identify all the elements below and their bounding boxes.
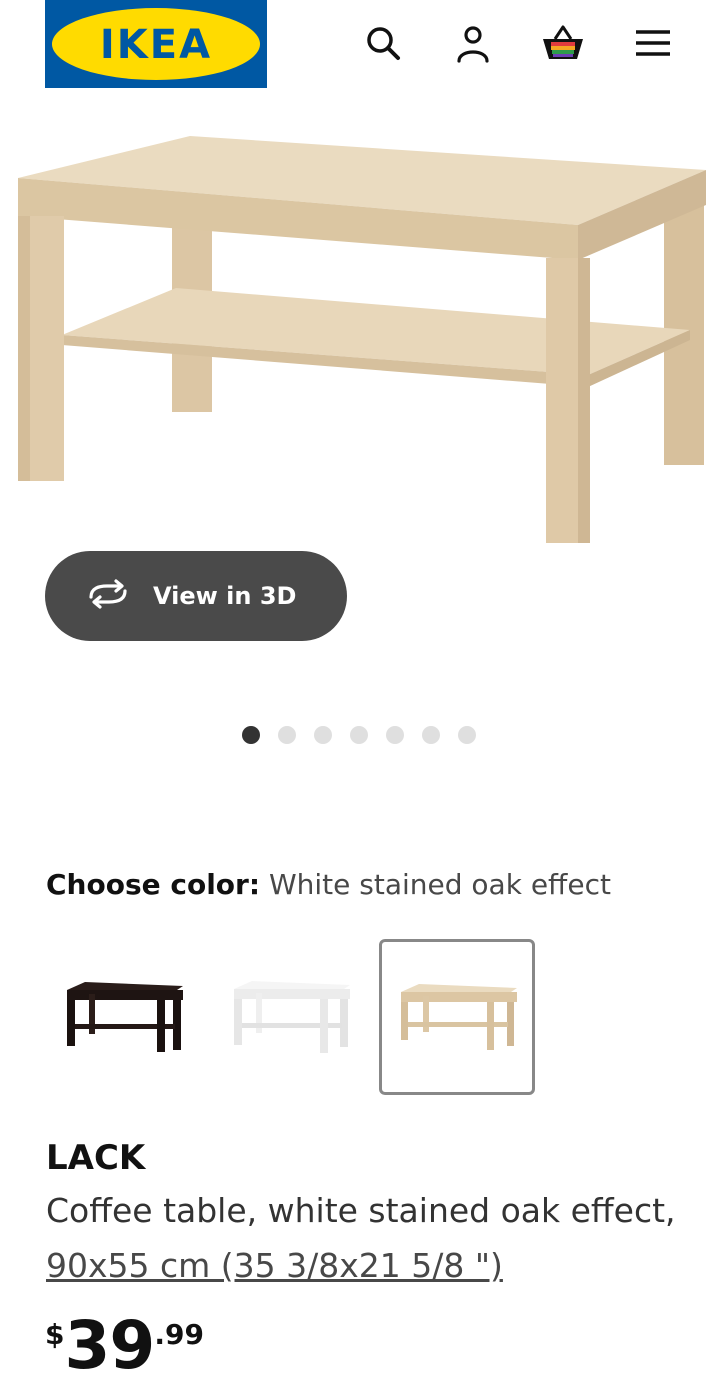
price-currency: $	[45, 1318, 65, 1351]
ikea-logo[interactable]: IKEA	[45, 0, 267, 88]
carousel-dot[interactable]	[458, 726, 476, 744]
color-swatch-white-stained-oak[interactable]	[379, 939, 535, 1095]
price-decimal: .99	[154, 1318, 204, 1351]
svg-text:IKEA: IKEA	[100, 22, 212, 68]
carousel-dot[interactable]	[242, 726, 260, 744]
price-integer: 39	[64, 1307, 155, 1384]
view-in-3d-button[interactable]: View in 3D	[45, 551, 347, 641]
color-selection-heading: Choose color: White stained oak effect	[46, 868, 611, 901]
header: IKEA	[0, 0, 720, 100]
carousel-dot[interactable]	[422, 726, 440, 744]
carousel-dot[interactable]	[350, 726, 368, 744]
product-price: $ 39 .99	[45, 1308, 204, 1388]
carousel-indicator	[242, 726, 494, 744]
color-swatch-black-brown[interactable]	[45, 939, 201, 1095]
choose-color-label: Choose color:	[46, 868, 261, 901]
product-name: LACK	[46, 1138, 146, 1178]
search-icon[interactable]	[358, 18, 408, 68]
carousel-dot[interactable]	[314, 726, 332, 744]
account-icon[interactable]	[448, 18, 498, 68]
selected-color-value: White stained oak effect	[268, 868, 611, 901]
product-image[interactable]	[0, 110, 720, 560]
menu-icon[interactable]	[628, 18, 678, 68]
product-description: Coffee table, white stained oak effect,	[46, 1191, 676, 1230]
rotate-3d-icon	[85, 579, 131, 613]
color-swatch-white[interactable]	[212, 939, 368, 1095]
carousel-dot[interactable]	[278, 726, 296, 744]
view-in-3d-label: View in 3D	[153, 582, 297, 610]
product-size-link[interactable]: 90x55 cm (35 3/8x21 5/8 ")	[46, 1246, 503, 1285]
carousel-dot[interactable]	[386, 726, 404, 744]
cart-icon[interactable]	[538, 18, 588, 68]
